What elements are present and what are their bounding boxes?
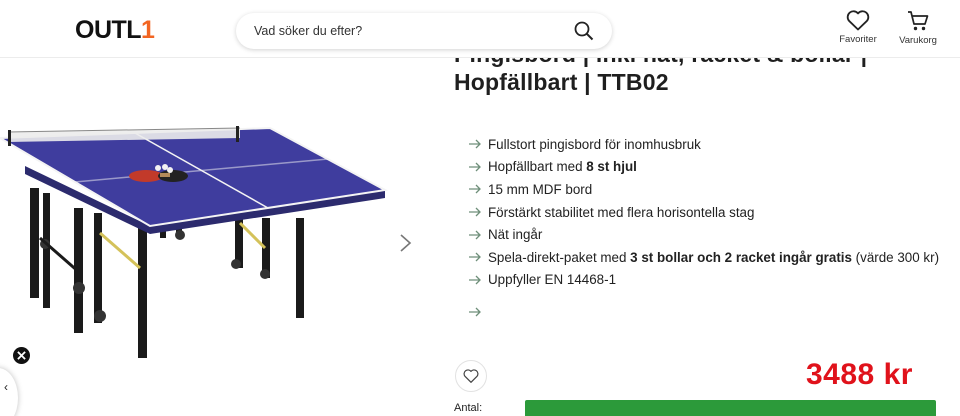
chevron-right-icon — [400, 234, 412, 252]
site-logo[interactable]: OUTL1 — [75, 16, 155, 45]
product-title-line-2: Hopfällbart | TTB02 — [454, 69, 669, 95]
gallery-next-button[interactable] — [396, 232, 416, 254]
search-button[interactable] — [574, 21, 594, 41]
arrow-right-icon — [469, 275, 481, 285]
feature-item: Spela-direkt-paket med 3 st bollar och 2… — [468, 246, 939, 269]
feature-list: Fullstort pingisbord för inomhusbruk Hop… — [468, 133, 939, 291]
close-icon — [17, 351, 26, 360]
close-widget-button[interactable] — [13, 347, 30, 364]
arrow-right-icon — [469, 207, 481, 217]
ping-pong-table-image — [0, 126, 389, 358]
feature-item: Förstärkt stabilitet med flera horisonte… — [468, 201, 939, 224]
feature-text: Fullstort pingisbord för inomhusbruk — [488, 136, 701, 152]
logo-accent: 1 — [141, 16, 155, 44]
arrow-right-icon — [469, 252, 481, 262]
feature-text: 15 mm MDF bord — [488, 181, 593, 197]
chat-widget-glyph: ‹ — [4, 380, 8, 394]
site-header: OUTL1 Favoriter Varukorg — [0, 0, 960, 58]
feature-text: Förstärkt stabilitet med flera horisonte… — [488, 204, 755, 220]
feature-highlight: 8 st hjul — [586, 159, 637, 175]
feature-highlight: 3 st bollar och 2 racket ingår gratis — [630, 249, 852, 265]
feature-text: Spela-direkt-paket med — [488, 249, 631, 265]
feature-text: Uppfyller EN 14468-1 — [488, 272, 617, 288]
add-to-favorites-button[interactable] — [455, 360, 487, 392]
product-price: 3488 kr — [806, 358, 913, 391]
search-input[interactable] — [254, 20, 554, 42]
add-to-cart-button[interactable] — [525, 400, 936, 416]
heart-icon — [846, 10, 870, 31]
heart-icon — [463, 369, 479, 383]
product-page: Pingisbord | inkl nät, racket & bollar |… — [0, 0, 960, 416]
cart-link[interactable]: Varukorg — [888, 10, 948, 46]
arrow-right-icon — [469, 139, 481, 149]
feature-item: Hopfällbart med 8 st hjul — [468, 156, 939, 179]
feature-item: Uppfyller EN 14468-1 — [468, 269, 939, 292]
quantity-label: Antal: — [454, 402, 483, 414]
arrow-right-icon[interactable] — [468, 307, 482, 317]
favorites-link[interactable]: Favoriter — [828, 10, 888, 45]
feature-text: Nät ingår — [488, 227, 543, 243]
search-bar — [236, 13, 612, 49]
feature-text: Hopfällbart med — [488, 159, 587, 175]
favorites-label: Favoriter — [839, 34, 877, 45]
chat-widget[interactable]: ‹ — [0, 368, 18, 416]
arrow-right-icon — [469, 230, 481, 240]
feature-text-suffix: (värde 300 kr) — [851, 249, 940, 265]
feature-item: Nät ingår — [468, 223, 939, 246]
feature-item: 15 mm MDF bord — [468, 178, 939, 201]
search-icon — [574, 21, 594, 41]
feature-item: Fullstort pingisbord för inomhusbruk — [468, 133, 939, 156]
arrow-right-icon — [469, 185, 481, 194]
product-image-gallery[interactable] — [0, 58, 420, 358]
arrow-right-icon — [469, 162, 481, 172]
cart-icon — [908, 11, 929, 31]
cart-label: Varukorg — [899, 35, 937, 46]
logo-text: OUTL — [75, 16, 142, 44]
